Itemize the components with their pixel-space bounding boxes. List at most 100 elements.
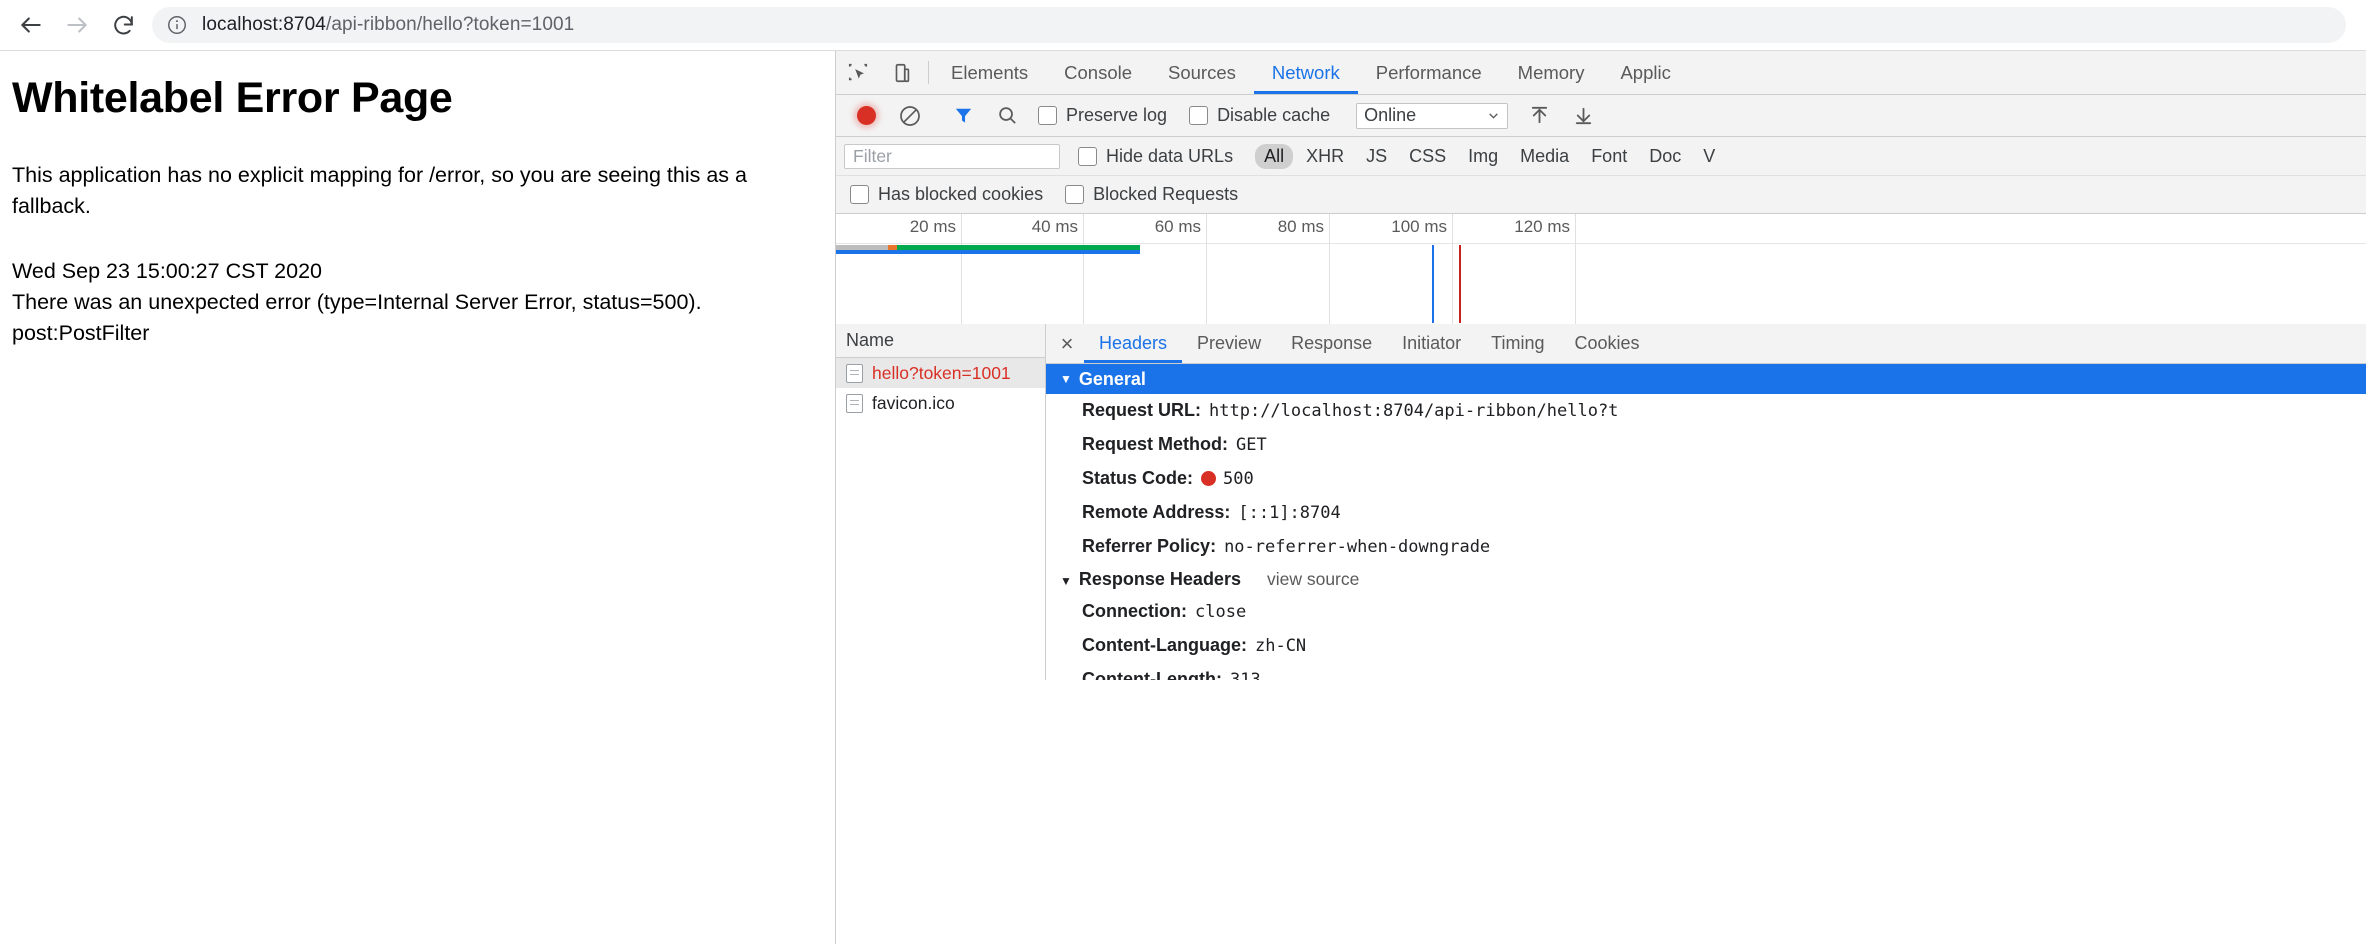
import-har-icon <box>1531 106 1547 124</box>
tab-network[interactable]: Network <box>1253 51 1358 94</box>
header-key: Request URL: <box>1082 400 1202 420</box>
detail-tab-headers[interactable]: Headers <box>1084 324 1183 363</box>
search-icon <box>998 107 1016 124</box>
timeline-tick: 120 ms <box>1514 217 1570 236</box>
header-key: Content-Language: <box>1082 635 1247 656</box>
header-row: Request URL: http://localhost:8704/api-r… <box>1046 394 2366 428</box>
header-value: 313 <box>1230 667 1261 680</box>
network-filterbar: Filter Hide data URLs All XHR JS CSS Img… <box>836 137 2366 176</box>
header-key: Status Code: <box>1082 467 1194 488</box>
header-row: Content-Length: 313 <box>1046 663 2366 680</box>
request-name: favicon.ico <box>872 392 955 413</box>
tab-sources[interactable]: Sources <box>1150 51 1254 94</box>
tab-memory[interactable]: Memory <box>1500 51 1603 94</box>
response-headers-section[interactable]: ▼ Response Headers view source <box>1046 563 2366 595</box>
type-filter-ws[interactable]: V <box>1694 144 1724 169</box>
timeline-tick: 100 ms <box>1391 217 1447 236</box>
type-filter-js[interactable]: JS <box>1357 144 1396 169</box>
clear-button[interactable] <box>888 104 932 128</box>
network-cookiebar: Has blocked cookies Blocked Requests <box>836 176 2366 214</box>
detail-tab-initiator[interactable]: Initiator <box>1387 324 1476 363</box>
header-key: Request Method: <box>1082 433 1228 454</box>
close-detail-button[interactable]: × <box>1050 324 1084 363</box>
type-filter-media[interactable]: Media <box>1511 144 1578 169</box>
checkbox-box <box>1189 106 1209 125</box>
disable-cache-label: Disable cache <box>1217 105 1331 125</box>
header-value-status: 500 <box>1201 466 1254 492</box>
request-column-name[interactable]: Name <box>836 324 1045 358</box>
reload-button[interactable] <box>100 2 146 48</box>
hide-data-urls-checkbox[interactable]: Hide data URLs <box>1078 146 1233 167</box>
inspect-element-button[interactable] <box>836 51 880 94</box>
status-code: 500 <box>1223 468 1254 489</box>
forward-button[interactable] <box>54 2 100 48</box>
browser-toolbar: localhost:8704/api-ribbon/hello?token=10… <box>0 0 2366 50</box>
type-filter-xhr[interactable]: XHR <box>1297 144 1353 169</box>
network-timeline-overview[interactable]: 20 ms 40 ms 60 ms 80 ms 100 ms 120 ms <box>836 214 2366 324</box>
detail-tab-timing[interactable]: Timing <box>1476 324 1559 363</box>
reload-icon <box>113 15 133 34</box>
general-section-header[interactable]: ▼ General <box>1046 364 2366 394</box>
has-blocked-cookies-checkbox[interactable]: Has blocked cookies <box>850 184 1043 205</box>
checkbox-box <box>1038 106 1057 125</box>
import-har-button[interactable] <box>1517 104 1561 127</box>
header-value: no-referrer-when-downgrade <box>1224 536 1491 557</box>
timeline-ruler: 20 ms 40 ms 60 ms 80 ms 100 ms 120 ms <box>836 214 2366 324</box>
export-har-button[interactable] <box>1561 104 1605 127</box>
detail-tabbar: × Headers Preview Response Initiator Tim… <box>1046 324 2366 364</box>
preserve-log-checkbox[interactable]: Preserve log <box>1038 105 1167 126</box>
filter-button[interactable] <box>941 104 985 127</box>
blocked-requests-label: Blocked Requests <box>1093 184 1239 204</box>
network-toolbar: Preserve log Disable cache Online <box>836 95 2366 137</box>
device-toolbar-button[interactable] <box>880 51 924 94</box>
header-key: Referrer Policy: <box>1082 535 1217 556</box>
tab-performance[interactable]: Performance <box>1358 51 1500 94</box>
response-headers-title: Response Headers <box>1078 568 1241 589</box>
domcontentloaded-marker <box>1432 245 1434 323</box>
url-text: localhost:8704/api-ribbon/hello?token=10… <box>202 14 574 36</box>
network-body: Name hello?token=1001 favicon.ico × Head… <box>836 324 2366 680</box>
type-filter-css[interactable]: CSS <box>1400 144 1455 169</box>
tab-application[interactable]: Applic <box>1602 51 1688 94</box>
table-row[interactable]: hello?token=1001 <box>836 358 1045 388</box>
chevron-down-icon <box>1489 113 1498 119</box>
back-button[interactable] <box>8 2 54 48</box>
info-circle-icon[interactable] <box>166 14 188 36</box>
throttling-value: Online <box>1364 105 1417 125</box>
header-value: zh-CN <box>1254 636 1307 657</box>
header-value: GET <box>1236 434 1267 455</box>
devtools-panel: Elements Console Sources Network Perform… <box>835 51 2366 944</box>
record-button[interactable] <box>844 106 888 125</box>
general-section-title: General <box>1078 368 1146 389</box>
header-key: Connection: <box>1082 601 1187 622</box>
triangle-down-icon: ▼ <box>1060 573 1072 588</box>
type-filter-img[interactable]: Img <box>1459 144 1507 169</box>
checkbox-box <box>1065 185 1085 204</box>
header-value: http://localhost:8704/api-ribbon/hello?t <box>1209 401 1619 421</box>
disable-cache-checkbox[interactable]: Disable cache <box>1189 105 1330 126</box>
timeline-tick: 20 ms <box>909 217 956 236</box>
tab-elements[interactable]: Elements <box>933 51 1046 94</box>
throttling-select[interactable]: Online <box>1356 102 1509 129</box>
devtools-tabbar: Elements Console Sources Network Perform… <box>836 51 2366 95</box>
detail-tab-cookies[interactable]: Cookies <box>1560 324 1655 363</box>
tab-console[interactable]: Console <box>1046 51 1150 94</box>
address-bar[interactable]: localhost:8704/api-ribbon/hello?token=10… <box>152 7 2346 43</box>
type-filter-doc[interactable]: Doc <box>1640 144 1690 169</box>
hide-data-urls-label: Hide data URLs <box>1106 145 1234 166</box>
type-filter-all[interactable]: All <box>1255 143 1294 169</box>
header-row: Remote Address: [::1]:8704 <box>1046 496 2366 530</box>
type-filter-font[interactable]: Font <box>1582 144 1636 169</box>
blocked-requests-checkbox[interactable]: Blocked Requests <box>1065 184 1238 205</box>
table-row[interactable]: favicon.ico <box>836 388 1045 418</box>
arrow-left-icon <box>21 17 41 33</box>
filter-input[interactable]: Filter <box>844 143 1060 169</box>
detail-tab-preview[interactable]: Preview <box>1182 324 1276 363</box>
has-blocked-cookies-label: Has blocked cookies <box>878 184 1044 204</box>
detail-tab-response[interactable]: Response <box>1276 324 1387 363</box>
header-row: Referrer Policy: no-referrer-when-downgr… <box>1046 530 2366 564</box>
view-source-link[interactable]: view source <box>1267 569 1359 590</box>
page-title: Whitelabel Error Page <box>12 74 453 122</box>
search-button[interactable] <box>985 104 1029 127</box>
timeline-tick: 40 ms <box>1031 217 1078 236</box>
